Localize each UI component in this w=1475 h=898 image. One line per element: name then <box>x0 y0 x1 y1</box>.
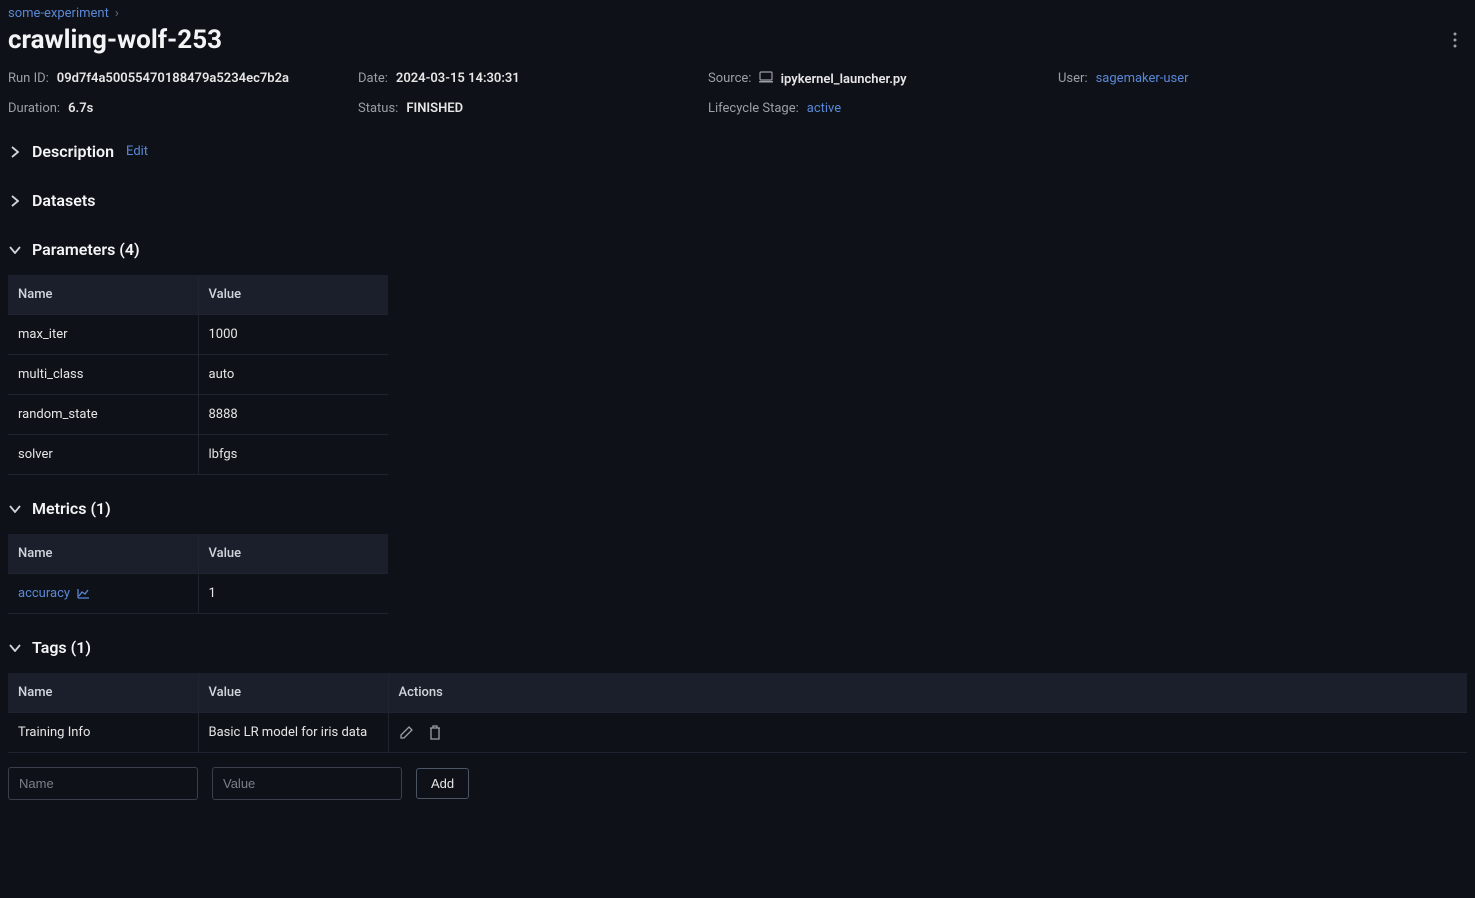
tag-header-name: Name <box>8 673 198 713</box>
param-value: auto <box>198 355 388 395</box>
datasets-section-toggle[interactable]: Datasets <box>8 185 1467 216</box>
meta-run-id: Run ID: 09d7f4a50055470188479a5234ec7b2a <box>8 71 358 87</box>
param-name: random_state <box>8 395 198 435</box>
tag-name: Training Info <box>8 713 198 753</box>
parameters-section-toggle[interactable]: Parameters (4) <box>8 234 1467 265</box>
param-name: multi_class <box>8 355 198 395</box>
table-row: multi_class auto <box>8 355 388 395</box>
table-row: Training Info Basic LR model for iris da… <box>8 713 1467 753</box>
tag-value: Basic LR model for iris data <box>198 713 388 753</box>
parameters-table: Name Value max_iter 1000 multi_class aut… <box>8 275 388 475</box>
duration-label: Duration: <box>8 101 60 116</box>
duration-value: 6.7s <box>68 101 93 116</box>
more-vertical-icon <box>1453 32 1457 48</box>
date-value: 2024-03-15 14:30:31 <box>396 71 520 87</box>
description-title: Description <box>32 142 114 161</box>
metrics-title: Metrics (1) <box>32 499 111 518</box>
param-value: 8888 <box>198 395 388 435</box>
meta-user: User: sagemaker-user <box>1058 71 1408 87</box>
notebook-icon <box>759 71 773 83</box>
tags-title: Tags (1) <box>32 638 91 657</box>
table-row: accuracy 1 <box>8 574 388 614</box>
metric-link-accuracy[interactable]: accuracy <box>18 586 70 601</box>
tag-header-value: Value <box>198 673 388 713</box>
tag-value-input[interactable] <box>212 767 402 800</box>
metric-header-name: Name <box>8 534 198 574</box>
chevron-right-icon: › <box>115 6 119 21</box>
run-id-value: 09d7f4a50055470188479a5234ec7b2a <box>57 71 289 87</box>
meta-source: Source: ipykernel_launcher.py <box>708 71 1058 87</box>
breadcrumb: some-experiment › <box>8 6 1467 21</box>
status-label: Status: <box>358 101 398 116</box>
lifecycle-link[interactable]: active <box>807 101 841 116</box>
table-row: random_state 8888 <box>8 395 388 435</box>
param-value: 1000 <box>198 315 388 355</box>
param-name: solver <box>8 435 198 475</box>
pencil-icon <box>399 725 414 740</box>
tags-table: Name Value Actions Training Info Basic L… <box>8 673 1467 753</box>
trash-icon <box>428 725 442 740</box>
metrics-table: Name Value accuracy 1 <box>8 534 388 614</box>
lifecycle-label: Lifecycle Stage: <box>708 101 799 116</box>
parameters-title: Parameters (4) <box>32 240 140 259</box>
datasets-title: Datasets <box>32 191 95 210</box>
param-name: max_iter <box>8 315 198 355</box>
tag-header-actions: Actions <box>388 673 1467 713</box>
meta-date: Date: 2024-03-15 14:30:31 <box>358 71 708 87</box>
metric-header-value: Value <box>198 534 388 574</box>
chevron-right-icon <box>8 195 22 207</box>
metrics-section-toggle[interactable]: Metrics (1) <box>8 493 1467 524</box>
run-id-label: Run ID: <box>8 71 49 87</box>
source-label: Source: <box>708 71 751 87</box>
user-link[interactable]: sagemaker-user <box>1096 71 1189 87</box>
source-filename: ipykernel_launcher.py <box>781 72 907 87</box>
description-section-toggle[interactable]: Description Edit <box>8 136 1467 167</box>
tag-name-input[interactable] <box>8 767 198 800</box>
chevron-right-icon <box>8 146 22 158</box>
table-row: solver lbfgs <box>8 435 388 475</box>
user-label: User: <box>1058 71 1088 87</box>
chevron-down-icon <box>8 644 22 652</box>
breadcrumb-experiment-link[interactable]: some-experiment <box>8 6 109 21</box>
page-title: crawling-wolf-253 <box>8 25 222 55</box>
chevron-down-icon <box>8 246 22 254</box>
table-row: max_iter 1000 <box>8 315 388 355</box>
meta-duration: Duration: 6.7s <box>8 101 358 116</box>
meta-status: Status: FINISHED <box>358 101 708 116</box>
chevron-down-icon <box>8 505 22 513</box>
delete-tag-button[interactable] <box>428 725 442 740</box>
edit-tag-button[interactable] <box>399 725 414 740</box>
add-tag-button[interactable]: Add <box>416 768 469 799</box>
metric-value: 1 <box>198 574 388 614</box>
more-menu-button[interactable] <box>1443 28 1467 52</box>
meta-lifecycle: Lifecycle Stage: active <box>708 101 1058 116</box>
tags-section-toggle[interactable]: Tags (1) <box>8 632 1467 663</box>
source-value: ipykernel_launcher.py <box>759 71 906 87</box>
param-header-name: Name <box>8 275 198 315</box>
status-value: FINISHED <box>406 101 463 116</box>
description-edit-link[interactable]: Edit <box>126 144 148 159</box>
param-header-value: Value <box>198 275 388 315</box>
param-value: lbfgs <box>198 435 388 475</box>
date-label: Date: <box>358 71 388 87</box>
chart-icon <box>77 588 90 599</box>
